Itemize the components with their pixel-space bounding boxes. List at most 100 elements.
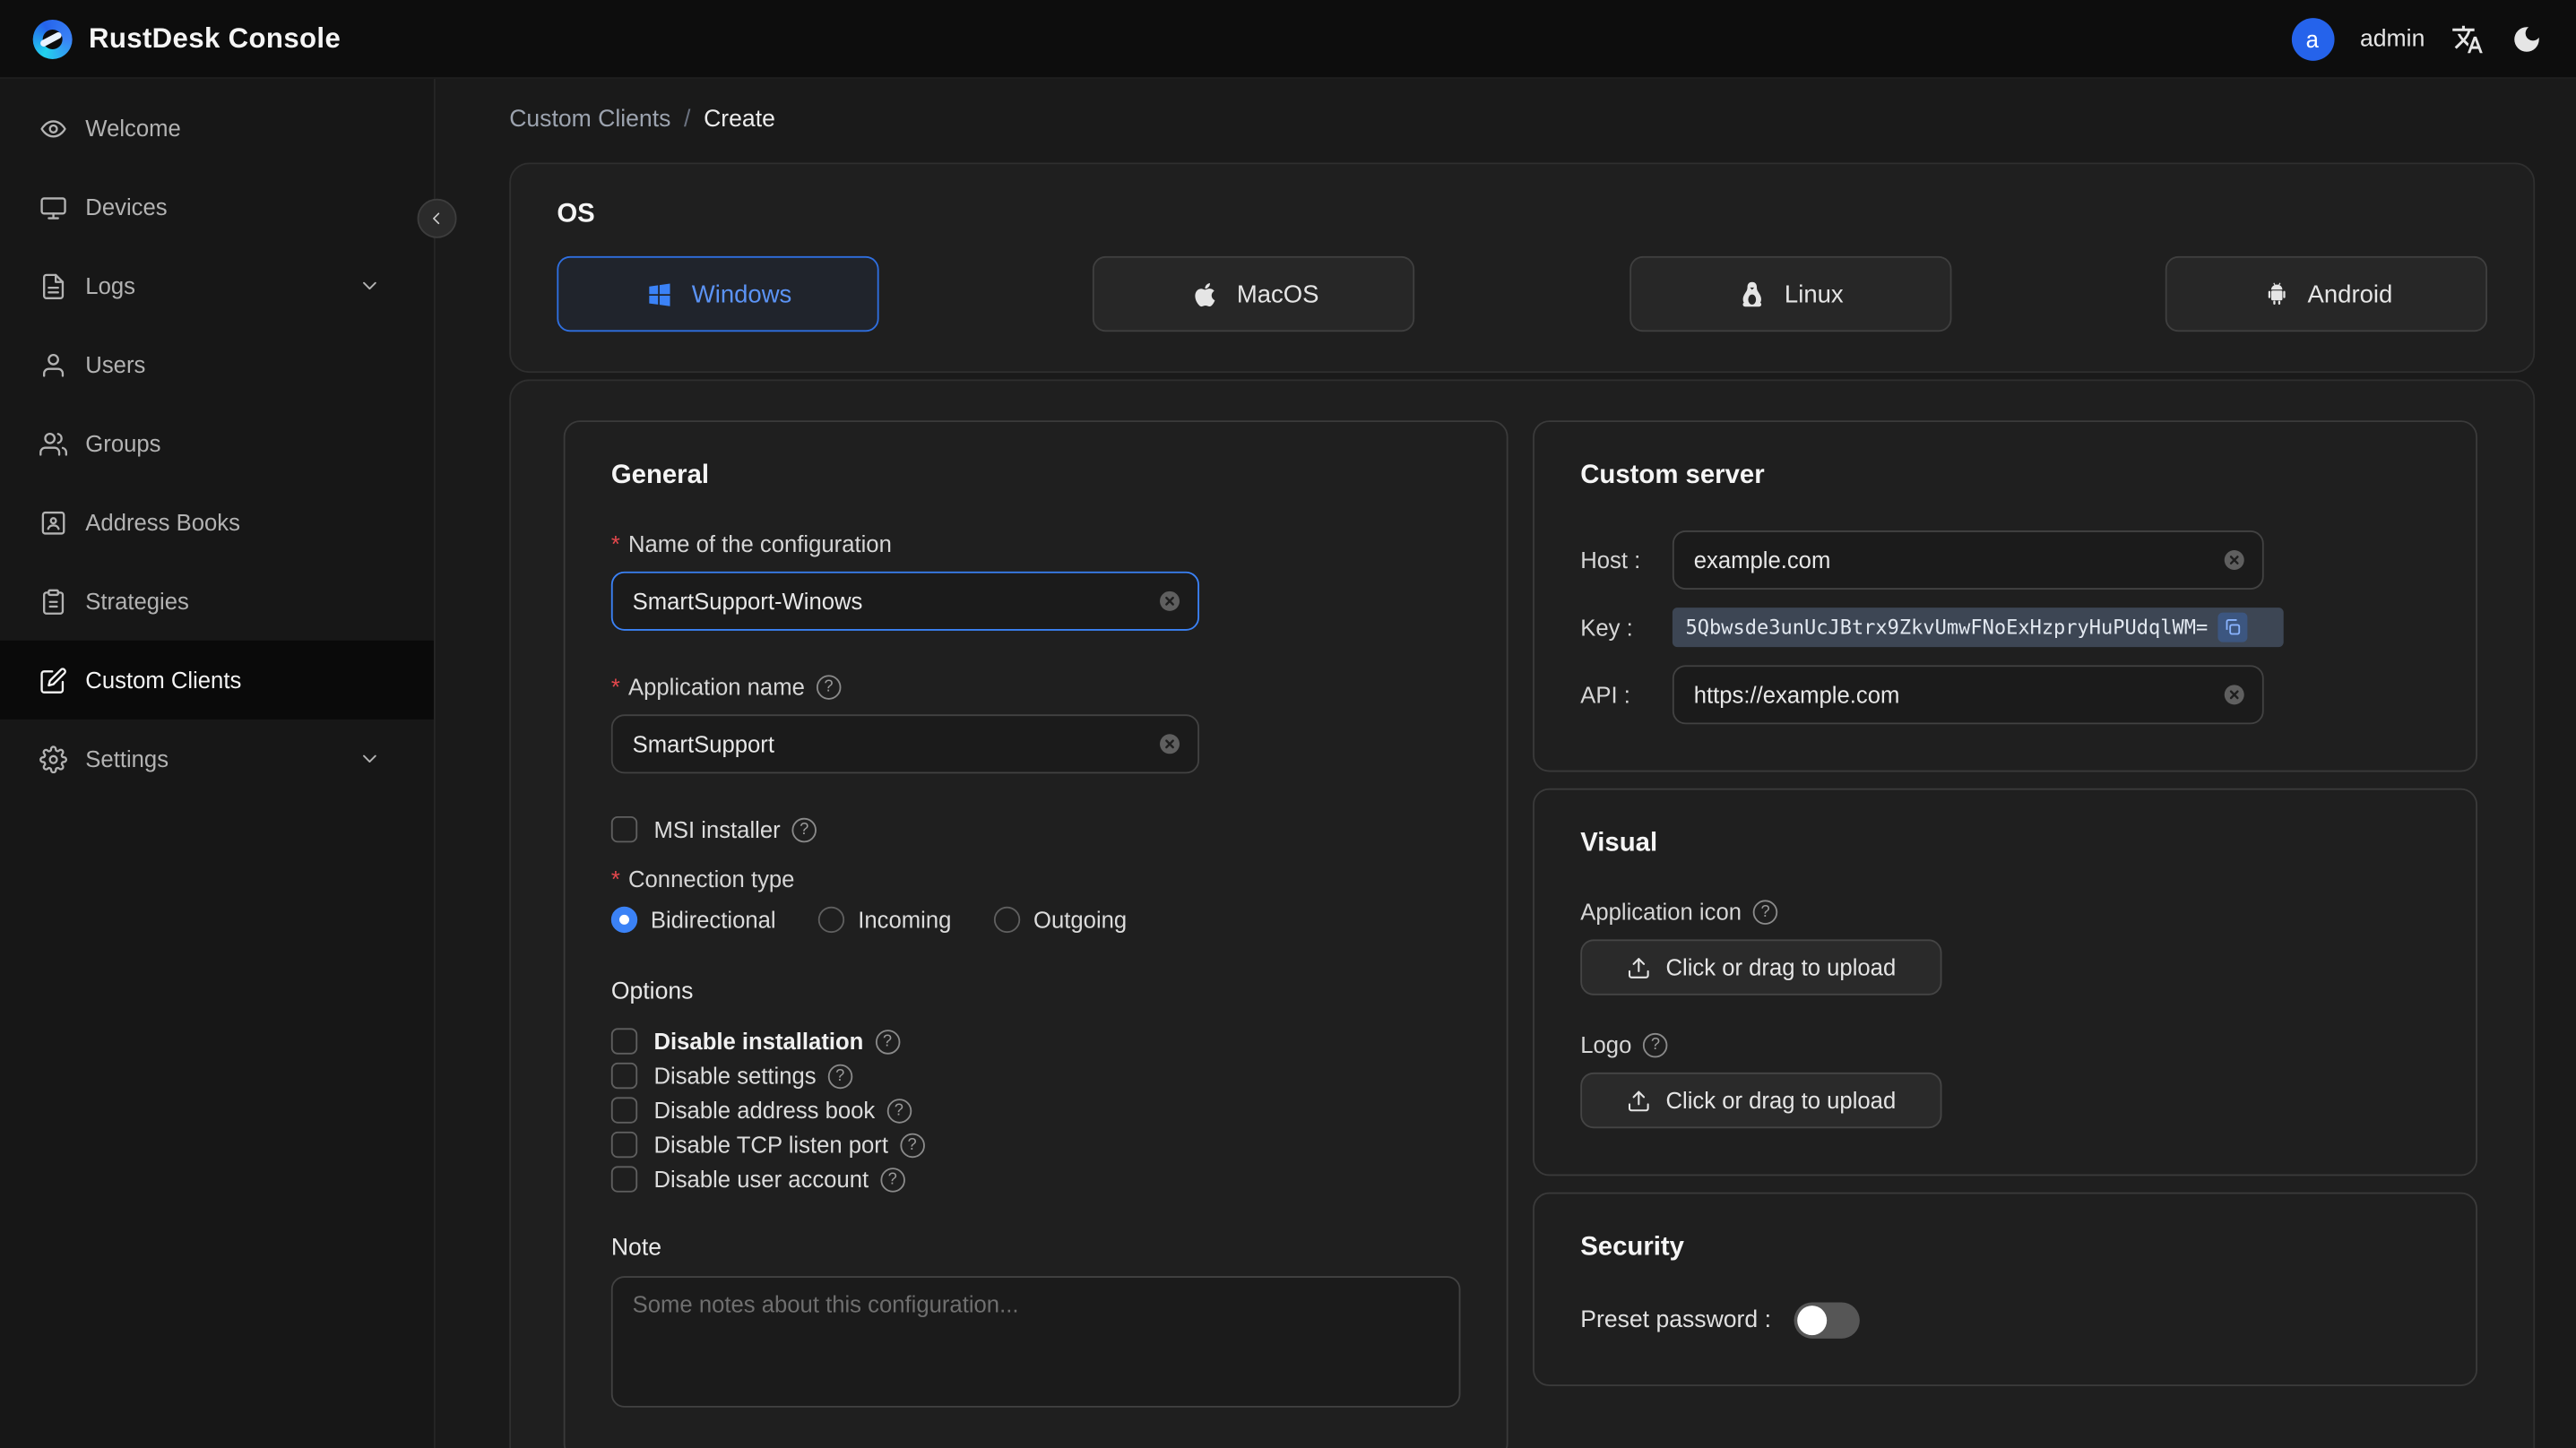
checkbox[interactable] xyxy=(610,1062,638,1090)
required-mark: * xyxy=(610,865,620,892)
os-button-android[interactable]: Android xyxy=(2165,255,2487,332)
custom-server-title: Custom server xyxy=(1580,461,1765,490)
translate-icon[interactable] xyxy=(2451,22,2485,56)
clear-icon[interactable] xyxy=(1156,588,1182,614)
sidebar-item-users[interactable]: Users xyxy=(0,325,434,404)
preset-password-toggle[interactable] xyxy=(1794,1302,1860,1339)
radio-incoming[interactable]: Incoming xyxy=(818,906,952,934)
help-icon[interactable]: ? xyxy=(879,1167,905,1192)
required-mark: * xyxy=(610,673,620,700)
sidebar-item-welcome[interactable]: Welcome xyxy=(0,89,434,168)
user-name[interactable]: admin xyxy=(2360,25,2425,51)
sidebar-item-label: Address Books xyxy=(85,509,240,536)
os-button-linux[interactable]: Linux xyxy=(1629,255,1951,332)
clear-icon[interactable] xyxy=(2221,547,2247,573)
option-disable-settings: Disable settings ? xyxy=(610,1062,1461,1090)
app-body: Welcome Devices Logs Users Groups Addres… xyxy=(0,78,2576,1448)
gear-icon xyxy=(39,745,67,773)
user-avatar[interactable]: a xyxy=(2290,17,2334,60)
msi-installer-checkbox[interactable] xyxy=(610,815,638,843)
api-input[interactable] xyxy=(1672,665,2264,725)
radio-label: Bidirectional xyxy=(650,906,776,934)
help-icon[interactable]: ? xyxy=(875,1029,900,1054)
note-textarea[interactable] xyxy=(610,1276,1461,1408)
radio-bidirectional[interactable]: Bidirectional xyxy=(610,906,776,934)
sidebar-collapse-button[interactable] xyxy=(417,198,457,238)
name-label-text: Name of the configuration xyxy=(627,530,892,557)
checkbox[interactable] xyxy=(610,1166,638,1193)
name-field-label: * Name of the configuration xyxy=(611,530,1461,556)
sidebar-item-custom-clients[interactable]: Custom Clients xyxy=(0,640,434,720)
right-column: Custom server Host : Key : 5Qbwsde3unUcJ… xyxy=(1533,420,2478,1448)
clear-icon[interactable] xyxy=(2221,682,2247,708)
rustdesk-console-page: RustDesk Console a admin Welcome Devices xyxy=(0,0,2576,1448)
os-button-windows[interactable]: Windows xyxy=(557,255,879,332)
help-icon[interactable]: ? xyxy=(1752,899,1778,925)
sidebar-item-logs[interactable]: Logs xyxy=(0,246,434,325)
name-input[interactable] xyxy=(610,571,1200,631)
breadcrumb-current: Create xyxy=(704,107,775,134)
key-value-text: 5Qbwsde3unUcJBtrx9ZkvUmwFNoExHzpryHuPUdq… xyxy=(1685,616,2209,639)
host-input-wrap xyxy=(1672,530,2264,590)
help-icon[interactable]: ? xyxy=(816,674,842,699)
help-icon[interactable]: ? xyxy=(791,816,817,842)
application-icon-label: Application icon xyxy=(1580,898,1742,925)
os-button-label: Windows xyxy=(691,280,792,308)
upload-button-label: Click or drag to upload xyxy=(1665,1087,1897,1114)
toggle-knob xyxy=(1797,1306,1828,1336)
breadcrumb-section[interactable]: Custom Clients xyxy=(509,107,670,133)
topbar: RustDesk Console a admin xyxy=(0,0,2576,79)
radio-label: Incoming xyxy=(858,906,952,934)
host-input[interactable] xyxy=(1672,530,2264,590)
radio-circle xyxy=(994,906,1021,934)
file-text-icon xyxy=(43,272,65,299)
help-icon[interactable]: ? xyxy=(827,1063,852,1089)
app-name-input[interactable] xyxy=(610,714,1200,774)
copy-icon[interactable] xyxy=(2217,612,2248,642)
chevron-left-icon xyxy=(433,212,440,225)
security-title: Security xyxy=(1580,1233,1684,1262)
application-icon-upload-button[interactable]: Click or drag to upload xyxy=(1580,939,1942,996)
app-name-label-text: Application name xyxy=(627,673,805,700)
radio-outgoing[interactable]: Outgoing xyxy=(994,906,1127,934)
upload-icon xyxy=(1628,1090,1649,1111)
android-icon xyxy=(2268,281,2285,305)
clear-icon[interactable] xyxy=(1156,731,1182,757)
checkbox[interactable] xyxy=(610,1028,638,1055)
users-icon xyxy=(39,432,68,455)
sidebar-item-address-books[interactable]: Address Books xyxy=(0,483,434,562)
logo-label: Logo xyxy=(1580,1031,1632,1058)
visual-title: Visual xyxy=(1580,829,1658,858)
sidebar-item-label: Strategies xyxy=(85,588,189,615)
help-icon[interactable]: ? xyxy=(886,1098,912,1123)
config-card: General * Name of the configuration * Ap… xyxy=(509,379,2536,1448)
api-label: API : xyxy=(1580,681,1630,708)
os-button-label: MacOS xyxy=(1236,280,1319,308)
logo-upload-button[interactable]: Click or drag to upload xyxy=(1580,1072,1942,1129)
sidebar-item-devices[interactable]: Devices xyxy=(0,168,434,246)
address-book-icon xyxy=(41,511,65,534)
sidebar-item-groups[interactable]: Groups xyxy=(0,404,434,483)
sidebar-item-settings[interactable]: Settings xyxy=(0,720,434,798)
help-icon[interactable]: ? xyxy=(899,1132,925,1158)
checkbox[interactable] xyxy=(610,1097,638,1124)
name-input-wrap xyxy=(610,571,1200,631)
application-icon-label-row: Application icon ? xyxy=(1580,899,2430,925)
key-value-chip: 5Qbwsde3unUcJBtrx9ZkvUmwFNoExHzpryHuPUdq… xyxy=(1672,608,2284,648)
sidebar-item-label: Custom Clients xyxy=(85,667,242,694)
general-title: General xyxy=(610,461,710,490)
os-button-macos[interactable]: MacOS xyxy=(1093,255,1415,332)
breadcrumb-separator: / xyxy=(684,107,691,134)
option-disable-user-account: Disable user account ? xyxy=(610,1166,1461,1193)
sidebar-item-strategies[interactable]: Strategies xyxy=(0,562,434,641)
radio-circle xyxy=(610,906,638,934)
sidebar-item-label: Settings xyxy=(85,746,169,772)
checkbox[interactable] xyxy=(610,1131,638,1159)
radio-circle xyxy=(818,906,845,934)
dark-mode-moon-icon[interactable] xyxy=(2511,22,2544,56)
linux-icon xyxy=(1742,280,1762,306)
help-icon[interactable]: ? xyxy=(1643,1031,1668,1057)
sidebar: Welcome Devices Logs Users Groups Addres… xyxy=(0,78,436,1448)
checkbox-label: Disable address book xyxy=(653,1097,876,1124)
option-disable-tcp-listen-port: Disable TCP listen port ? xyxy=(610,1131,1461,1159)
